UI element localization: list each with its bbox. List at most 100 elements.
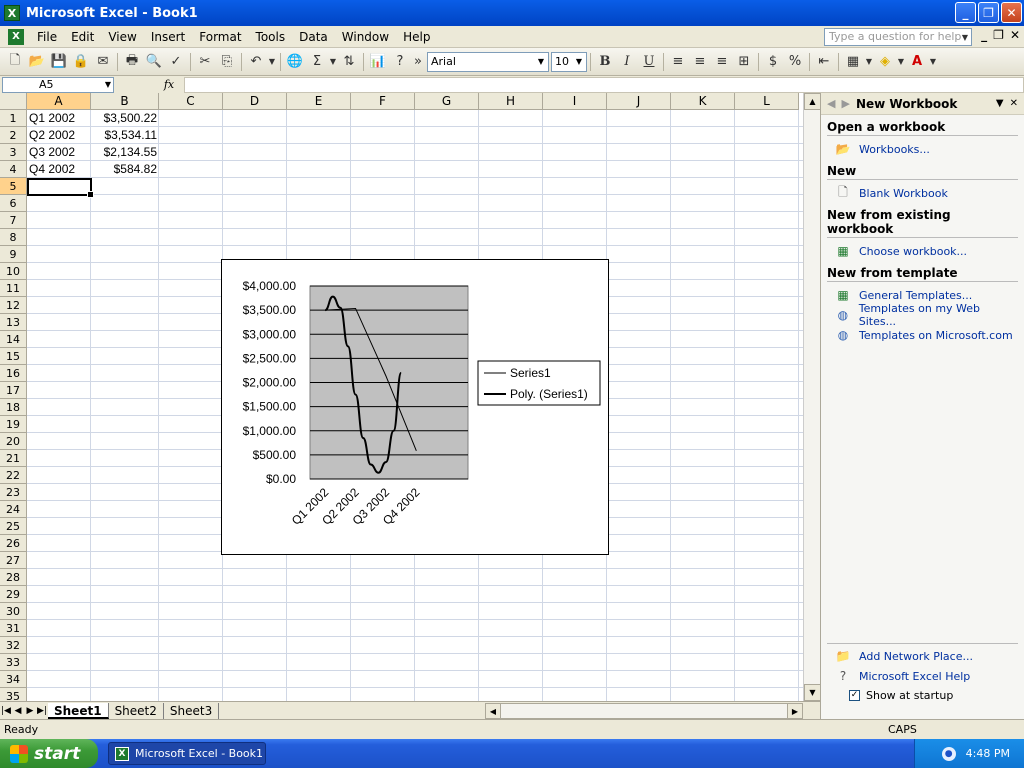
cell-a1[interactable]: Q1 2002 (27, 110, 91, 127)
workbook-icon[interactable]: X (8, 28, 24, 45)
show-at-startup-checkbox[interactable]: ✓ (849, 689, 860, 701)
percent-button[interactable]: % (784, 51, 806, 73)
column-header-c[interactable]: C (159, 93, 223, 110)
close-button[interactable]: ✕ (1001, 2, 1022, 23)
row-header-13[interactable]: 13 (0, 314, 27, 331)
add-network-place-link[interactable]: 📁 Add Network Place... (827, 646, 1018, 666)
column-header-f[interactable]: F (351, 93, 415, 110)
align-left-icon[interactable]: ≡ (667, 51, 689, 73)
menu-edit[interactable]: Edit (64, 30, 101, 44)
row-header-10[interactable]: 10 (0, 263, 27, 280)
sort-ascending-icon[interactable]: ⇅ (338, 51, 360, 73)
column-header-g[interactable]: G (415, 93, 479, 110)
row-header-19[interactable]: 19 (0, 416, 27, 433)
column-header-k[interactable]: K (671, 93, 735, 110)
formula-input[interactable] (184, 76, 1024, 93)
copy-icon[interactable]: ⎘ (216, 51, 238, 73)
row-header-27[interactable]: 27 (0, 552, 27, 569)
first-sheet-icon[interactable]: |◀ (0, 706, 12, 716)
row-header-1[interactable]: 1 (0, 110, 27, 127)
menu-file[interactable]: File (30, 30, 64, 44)
row-header-35[interactable]: 35 (0, 688, 27, 701)
row-header-26[interactable]: 26 (0, 535, 27, 552)
cut-icon[interactable]: ✂ (194, 51, 216, 73)
row-header-12[interactable]: 12 (0, 297, 27, 314)
row-header-11[interactable]: 11 (0, 280, 27, 297)
menu-help[interactable]: Help (396, 30, 437, 44)
vertical-scrollbar[interactable]: ▲ ▼ (803, 93, 821, 701)
font-size-select[interactable]: 10 ▼ (551, 51, 587, 72)
font-color-icon[interactable]: A (906, 51, 928, 73)
menu-format[interactable]: Format (192, 30, 248, 44)
row-header-3[interactable]: 3 (0, 144, 27, 161)
insert-function-icon[interactable]: fx (154, 78, 184, 91)
align-center-icon[interactable]: ≡ (689, 51, 711, 73)
merge-center-icon[interactable]: ⊞ (733, 51, 755, 73)
borders-icon[interactable]: ▦ (842, 51, 864, 73)
spelling-icon[interactable]: ✓ (165, 51, 187, 73)
help-icon[interactable]: ? (389, 51, 411, 73)
select-all-corner[interactable] (0, 93, 27, 110)
autosum-dropdown-icon[interactable]: ▼ (328, 51, 338, 73)
tab-sheet1[interactable]: Sheet1 (48, 702, 109, 719)
help-dropdown-icon[interactable]: ▼ (958, 28, 972, 46)
task-pane-menu-icon[interactable]: ▼ (996, 98, 1004, 109)
row-header-21[interactable]: 21 (0, 450, 27, 467)
next-sheet-icon[interactable]: ▶ (24, 706, 36, 716)
selected-cell-a5[interactable] (27, 178, 94, 198)
row-header-20[interactable]: 20 (0, 433, 27, 450)
menu-insert[interactable]: Insert (144, 30, 192, 44)
restore-button[interactable]: ❐ (978, 2, 999, 23)
undo-dropdown-icon[interactable]: ▼ (267, 51, 277, 73)
column-header-i[interactable]: I (543, 93, 607, 110)
cell-b1[interactable]: $3,500.22 (91, 110, 159, 127)
open-icon[interactable]: 📂 (26, 51, 48, 73)
row-header-7[interactable]: 7 (0, 212, 27, 229)
column-header-e[interactable]: E (287, 93, 351, 110)
task-pane-link[interactable]: ◍ Templates on Microsoft.com (827, 325, 1018, 345)
horizontal-scrollbar[interactable]: ◀ ▶ (485, 703, 803, 719)
print-icon[interactable]: 🖶 (121, 51, 143, 73)
column-header-b[interactable]: B (91, 93, 159, 110)
row-header-5[interactable]: 5 (0, 178, 27, 195)
cell-b4[interactable]: $584.82 (91, 161, 159, 178)
row-header-31[interactable]: 31 (0, 620, 27, 637)
start-button[interactable]: start (0, 739, 98, 768)
task-pane-link[interactable]: 📂 Workbooks... (827, 139, 1018, 159)
cell-b2[interactable]: $3,534.11 (91, 127, 159, 144)
cell-a3[interactable]: Q3 2002 (27, 144, 91, 161)
taskbar-excel-button[interactable]: X Microsoft Excel - Book1 (108, 742, 266, 765)
doc-minimize-button[interactable]: _ (981, 28, 987, 42)
toolbar-options-icon[interactable]: » (411, 51, 425, 73)
row-header-6[interactable]: 6 (0, 195, 27, 212)
currency-button[interactable]: $ (762, 51, 784, 73)
row-header-15[interactable]: 15 (0, 348, 27, 365)
cell-a2[interactable]: Q2 2002 (27, 127, 91, 144)
row-header-30[interactable]: 30 (0, 603, 27, 620)
row-header-32[interactable]: 32 (0, 637, 27, 654)
network-icon[interactable]: ● (941, 746, 956, 761)
name-box[interactable]: A5 ▼ (2, 76, 114, 93)
menu-window[interactable]: Window (335, 30, 396, 44)
hyperlink-icon[interactable]: 🌐 (284, 51, 306, 73)
column-header-h[interactable]: H (479, 93, 543, 110)
scroll-right-icon[interactable]: ▶ (787, 703, 803, 719)
row-header-24[interactable]: 24 (0, 501, 27, 518)
borders-dropdown-icon[interactable]: ▼ (864, 51, 874, 73)
decrease-indent-icon[interactable]: ⇤ (813, 51, 835, 73)
menu-tools[interactable]: Tools (249, 30, 293, 44)
menu-data[interactable]: Data (292, 30, 335, 44)
cell-b3[interactable]: $2,134.55 (91, 144, 159, 161)
email-icon[interactable]: ✉ (92, 51, 114, 73)
align-right-icon[interactable]: ≡ (711, 51, 733, 73)
row-header-28[interactable]: 28 (0, 569, 27, 586)
task-pane-close-icon[interactable]: ✕ (1010, 98, 1018, 109)
row-header-29[interactable]: 29 (0, 586, 27, 603)
print-preview-icon[interactable]: 🔍 (143, 51, 165, 73)
save-icon[interactable]: 💾 (48, 51, 70, 73)
task-pane-link[interactable]: 🗋 Blank Workbook (827, 183, 1018, 203)
bold-button[interactable]: B (594, 51, 616, 73)
scroll-up-icon[interactable]: ▲ (804, 93, 821, 110)
doc-restore-button[interactable]: ❐ (993, 28, 1004, 42)
row-header-33[interactable]: 33 (0, 654, 27, 671)
